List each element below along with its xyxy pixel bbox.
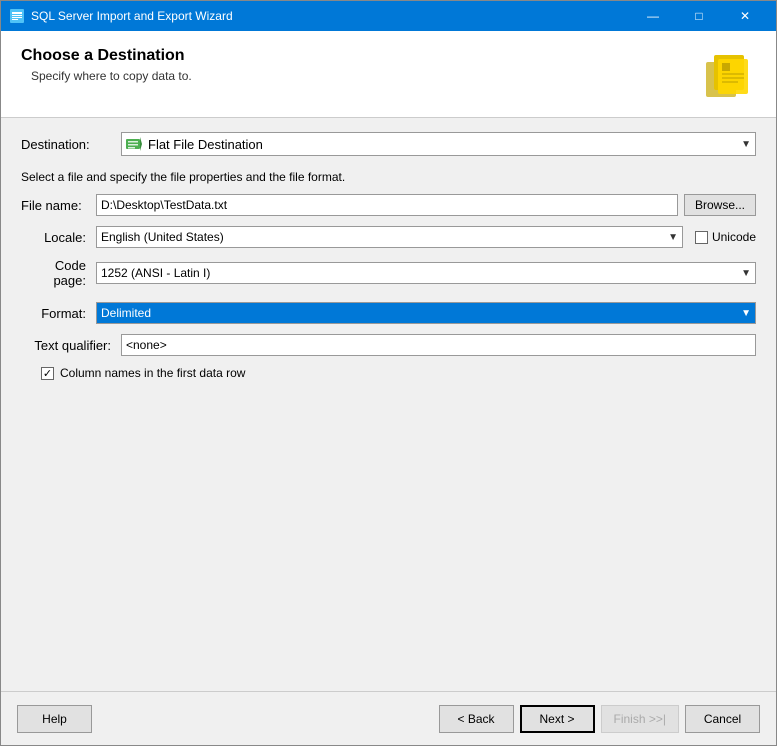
codepage-dropdown-arrow: ▼ (741, 268, 751, 279)
text-qualifier-label: Text qualifier: (21, 338, 121, 353)
unicode-label: Unicode (712, 230, 756, 244)
page-subtitle: Specify where to copy data to. (31, 69, 192, 83)
file-name-row: File name: Browse... (21, 194, 756, 216)
page-title: Choose a Destination (21, 47, 192, 65)
app-icon (9, 8, 25, 24)
col-names-label: Column names in the first data row (60, 366, 245, 380)
header-text: Choose a Destination Specify where to co… (21, 47, 192, 83)
format-label: Format: (21, 306, 96, 321)
destination-dropdown-arrow: ▼ (741, 139, 751, 150)
window-title: SQL Server Import and Export Wizard (31, 9, 630, 23)
unicode-check[interactable]: Unicode (695, 230, 756, 244)
footer: Help < Back Next > Finish >>| Cancel (1, 691, 776, 745)
main-window: SQL Server Import and Export Wizard — □ … (0, 0, 777, 746)
unicode-checkbox[interactable] (695, 231, 708, 244)
content-area: Choose a Destination Specify where to co… (1, 31, 776, 745)
destination-row: Destination: Flat File Destination ▼ (21, 132, 756, 156)
back-button[interactable]: < Back (439, 705, 514, 733)
help-button[interactable]: Help (17, 705, 92, 733)
footer-right: < Back Next > Finish >>| Cancel (439, 705, 760, 733)
codepage-row: Code page: 1252 (ANSI - Latin I) ▼ (21, 258, 756, 288)
locale-dropdown-arrow: ▼ (668, 232, 678, 243)
format-row: Format: Delimited ▼ (21, 302, 756, 324)
col-names-checkbox[interactable]: ✓ (41, 367, 54, 380)
file-info-text: Select a file and specify the file prope… (21, 170, 756, 184)
locale-row: Locale: English (United States) ▼ Unicod… (21, 226, 756, 248)
codepage-value: 1252 (ANSI - Latin I) (101, 266, 210, 280)
maximize-button[interactable]: □ (676, 1, 722, 31)
codepage-select[interactable]: 1252 (ANSI - Latin I) ▼ (96, 262, 756, 284)
footer-left: Help (17, 705, 439, 733)
next-button[interactable]: Next > (520, 705, 595, 733)
format-select[interactable]: Delimited ▼ (96, 302, 756, 324)
format-value: Delimited (101, 306, 151, 320)
header-icon (696, 47, 756, 107)
text-qualifier-input[interactable] (121, 334, 756, 356)
col-names-row: ✓ Column names in the first data row (21, 366, 756, 380)
file-name-input[interactable] (96, 194, 678, 216)
locale-value: English (United States) (101, 230, 224, 244)
locale-label: Locale: (21, 230, 96, 245)
destination-value: Flat File Destination (148, 137, 263, 152)
finish-button[interactable]: Finish >>| (601, 705, 679, 733)
destination-select[interactable]: Flat File Destination ▼ (121, 132, 756, 156)
text-qualifier-row: Text qualifier: (21, 334, 756, 356)
format-dropdown-arrow: ▼ (741, 308, 751, 319)
cancel-button[interactable]: Cancel (685, 705, 760, 733)
main-form: Destination: Flat File Destination ▼ (1, 118, 776, 691)
col-names-check[interactable]: ✓ Column names in the first data row (41, 366, 245, 380)
titlebar: SQL Server Import and Export Wizard — □ … (1, 1, 776, 31)
file-name-label: File name: (21, 198, 96, 213)
browse-button[interactable]: Browse... (684, 194, 756, 216)
close-button[interactable]: ✕ (722, 1, 768, 31)
minimize-button[interactable]: — (630, 1, 676, 31)
codepage-label: Code page: (21, 258, 96, 288)
page-header: Choose a Destination Specify where to co… (1, 31, 776, 118)
window-controls: — □ ✕ (630, 1, 768, 31)
destination-label: Destination: (21, 137, 111, 152)
locale-select[interactable]: English (United States) ▼ (96, 226, 683, 248)
destination-select-inner: Flat File Destination (126, 137, 741, 152)
